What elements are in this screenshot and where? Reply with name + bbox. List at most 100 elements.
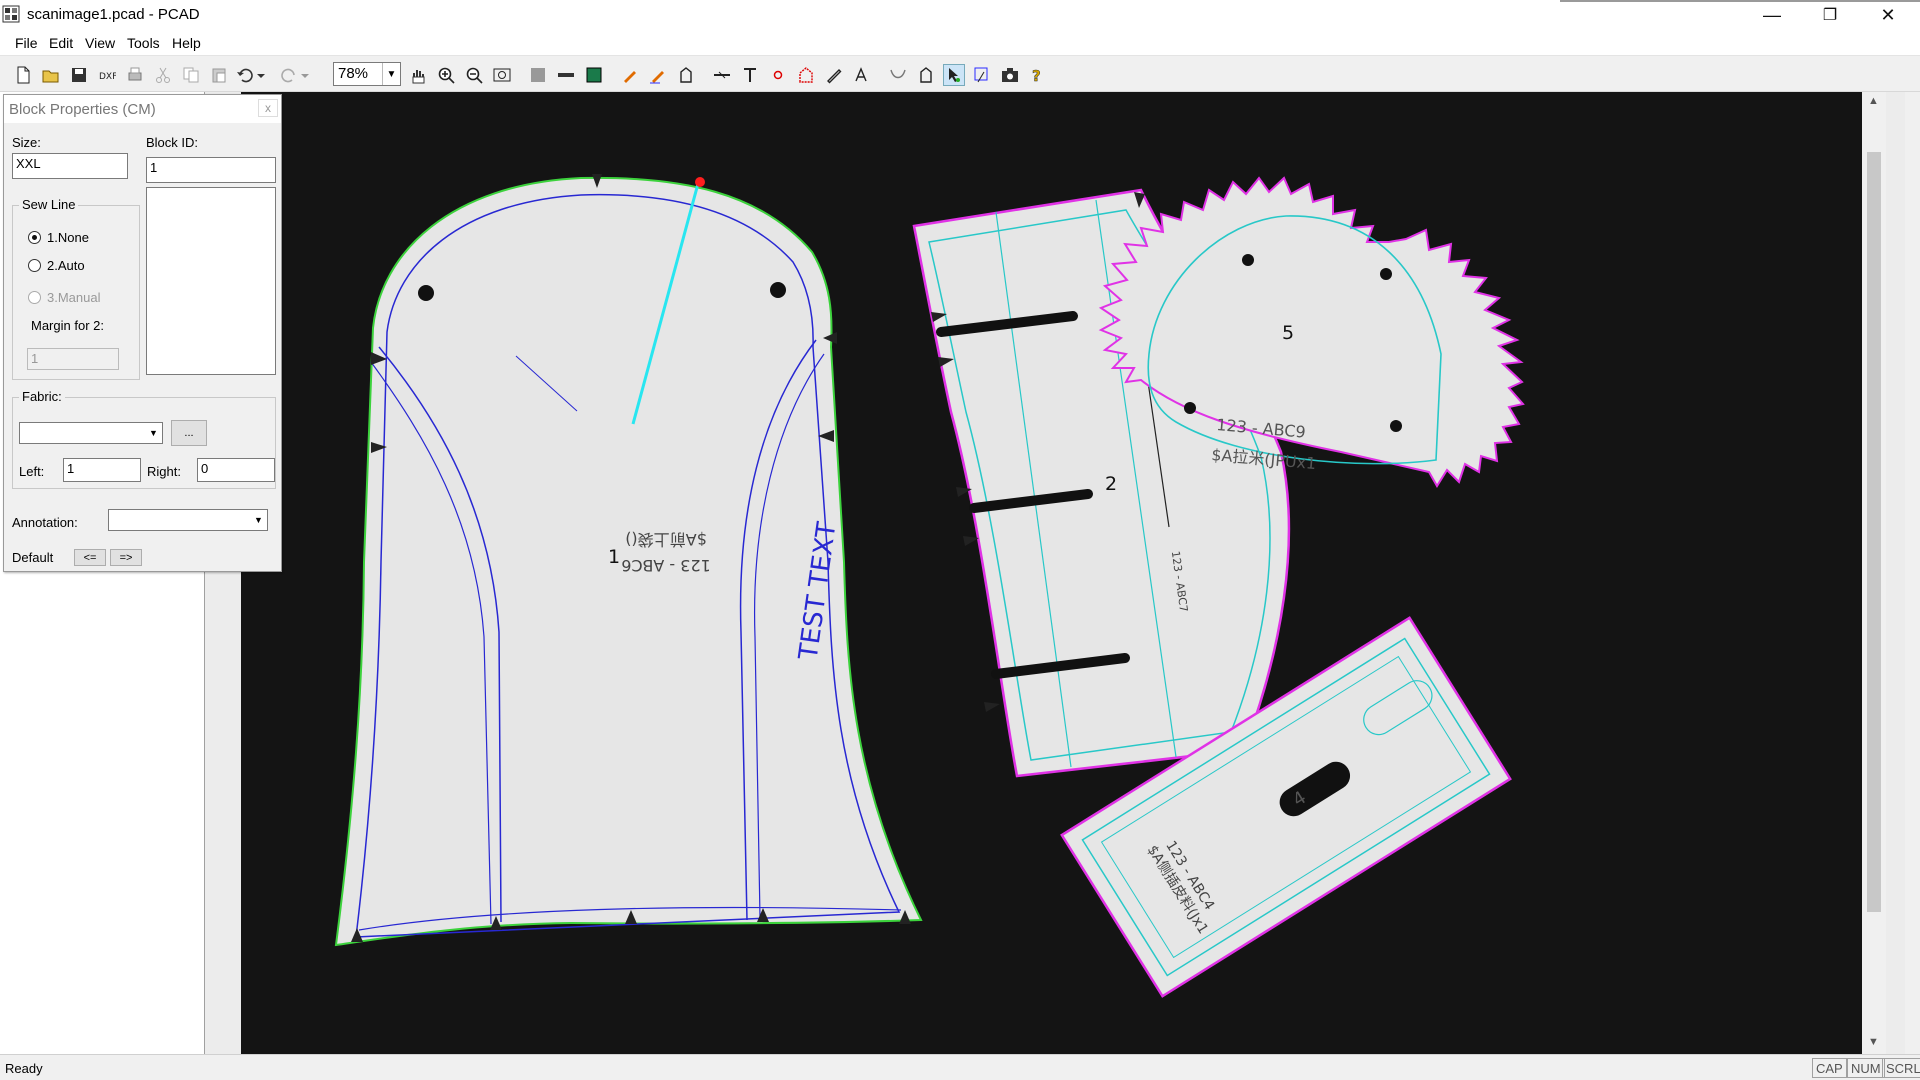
panel-close-button[interactable]: x	[258, 99, 278, 117]
sew-line-auto-radio[interactable]: 2.Auto	[28, 258, 85, 273]
drawing-canvas[interactable]: 1 123 - ABC6 $A前上袋() TEST TEXT 2 123 - A…	[241, 92, 1862, 1054]
menu-edit[interactable]: Edit	[49, 35, 73, 51]
block-id-input[interactable]: 1	[146, 157, 276, 183]
vertical-scrollbar[interactable]: ▲ ▼	[1862, 92, 1886, 1054]
scrl-indicator: SCRL	[1882, 1058, 1920, 1078]
chevron-down-icon[interactable]: ▼	[250, 510, 267, 530]
open-folder-icon[interactable]	[40, 64, 62, 86]
size-label: Size:	[12, 135, 41, 150]
scroll-down-icon[interactable]: ▼	[1868, 1036, 1879, 1048]
fabric-browse-button[interactable]: ...	[171, 420, 207, 446]
undo-dropdown-icon[interactable]	[254, 64, 268, 86]
zoom-value: 78%	[338, 65, 369, 82]
toolbar: DXF ?	[0, 56, 1920, 92]
sew-line-manual-label: 3.Manual	[47, 290, 101, 305]
piece-1-drill-hole-left	[418, 285, 434, 301]
point-tool-icon[interactable]	[767, 64, 789, 86]
svg-text:?: ?	[1032, 67, 1041, 84]
chevron-down-icon[interactable]: ▼	[145, 423, 162, 443]
menu-file[interactable]: File	[15, 35, 38, 51]
pen-edit-icon[interactable]	[619, 64, 641, 86]
zoom-out-icon[interactable]	[463, 64, 485, 86]
panel-title: Block Properties	[9, 101, 119, 118]
shape-tool-icon[interactable]	[795, 64, 817, 86]
chevron-down-icon[interactable]: ▼	[382, 63, 400, 85]
piece-5-number: 5	[1282, 322, 1294, 344]
menu-bar: File Edit View Tools Help	[0, 30, 1920, 56]
piece-outline-icon[interactable]	[675, 64, 697, 86]
menu-tools[interactable]: Tools	[127, 35, 160, 51]
block-tool-icon[interactable]	[915, 64, 937, 86]
panel-unit: (CM)	[122, 101, 156, 118]
annotation-label: Annotation:	[12, 515, 78, 530]
radio-indicator	[28, 291, 41, 304]
margin-input[interactable]: 1	[27, 348, 119, 370]
redo-dropdown-icon[interactable]	[298, 64, 312, 86]
fabric-left-label: Left:	[19, 464, 45, 479]
zoom-select[interactable]: 78% ▼	[333, 62, 401, 86]
cut-icon[interactable]	[152, 64, 174, 86]
piece-1-name: $A前上袋()	[625, 530, 707, 549]
print-icon[interactable]	[124, 64, 146, 86]
sew-line-manual-radio[interactable]: 3.Manual	[28, 290, 100, 305]
panel-title-bar[interactable]: Block Properties (CM)	[4, 95, 281, 123]
fill-gray-icon[interactable]	[527, 64, 549, 86]
piece-2-notch	[984, 702, 1000, 712]
sew-line-auto-label: 2.Auto	[47, 258, 85, 273]
menu-help[interactable]: Help	[172, 35, 201, 51]
pencil-icon[interactable]	[823, 64, 845, 86]
measure-ruler-icon[interactable]	[555, 64, 577, 86]
fabric-select[interactable]: ▼	[19, 422, 163, 444]
pan-hand-icon[interactable]	[407, 64, 429, 86]
annotation-text-icon[interactable]	[851, 64, 873, 86]
curve-tool-icon[interactable]	[887, 64, 909, 86]
prev-default-button[interactable]: <=	[74, 549, 106, 566]
pattern-drawing[interactable]: 1 123 - ABC6 $A前上袋() TEST TEXT 2 123 - A…	[241, 92, 1862, 1054]
next-default-button[interactable]: =>	[110, 549, 142, 566]
block-id-list[interactable]	[146, 187, 276, 375]
copy-icon[interactable]	[180, 64, 202, 86]
grading-icon[interactable]	[971, 64, 993, 86]
select-arrow-icon[interactable]	[943, 64, 965, 86]
piece-5-drill-hole	[1390, 420, 1402, 432]
dxf-export-icon[interactable]: DXF	[96, 64, 118, 86]
sew-line-group: Sew Line 1.None 2.Auto 3.Manual Margin f…	[12, 197, 140, 380]
help-icon[interactable]: ?	[1027, 64, 1049, 86]
piece-1-selected-point[interactable]	[695, 177, 705, 187]
radio-indicator	[28, 259, 41, 272]
text-tool-icon[interactable]	[739, 64, 761, 86]
paste-icon[interactable]	[208, 64, 230, 86]
radio-selected-indicator	[28, 231, 41, 244]
piece-1-code: 123 - ABC6	[621, 556, 710, 575]
sew-line-none-radio[interactable]: 1.None	[28, 230, 89, 245]
save-icon[interactable]	[68, 64, 90, 86]
minimize-button[interactable]: —	[1743, 0, 1801, 30]
status-text: Ready	[5, 1061, 43, 1076]
fabric-left-input[interactable]: 1	[63, 458, 141, 482]
pattern-piece-1[interactable]: 1 123 - ABC6 $A前上袋() TEST TEXT	[334, 174, 923, 947]
scrollbar-thumb[interactable]	[1867, 152, 1881, 912]
size-input[interactable]: XXL	[12, 153, 128, 179]
num-indicator: NUM	[1847, 1058, 1885, 1078]
new-file-icon[interactable]	[12, 64, 34, 86]
piece-5-drill-hole	[1380, 268, 1392, 280]
scroll-up-icon[interactable]: ▲	[1868, 95, 1879, 107]
restore-button[interactable]: ❐	[1801, 0, 1859, 30]
menu-view[interactable]: View	[85, 35, 115, 51]
camera-icon[interactable]	[999, 64, 1021, 86]
scan-image-icon[interactable]	[583, 64, 605, 86]
block-properties-panel: Block Properties (CM) x Size: XXL Block …	[3, 94, 282, 572]
window-title: scanimage1.pcad - PCAD	[27, 6, 200, 23]
cap-indicator: CAP	[1812, 1058, 1847, 1078]
fabric-right-input[interactable]: 0	[197, 458, 275, 482]
undo-icon[interactable]	[234, 64, 256, 86]
zoom-fit-icon[interactable]	[491, 64, 513, 86]
piece-2-notch	[963, 536, 979, 546]
zoom-in-icon[interactable]	[435, 64, 457, 86]
close-button[interactable]: ✕	[1859, 0, 1917, 30]
svg-text:DXF: DXF	[99, 72, 116, 82]
notch-tool-icon[interactable]	[711, 64, 733, 86]
annotation-select[interactable]: ▼	[108, 509, 268, 531]
redo-icon[interactable]	[278, 64, 300, 86]
pen-line-icon[interactable]	[647, 64, 669, 86]
